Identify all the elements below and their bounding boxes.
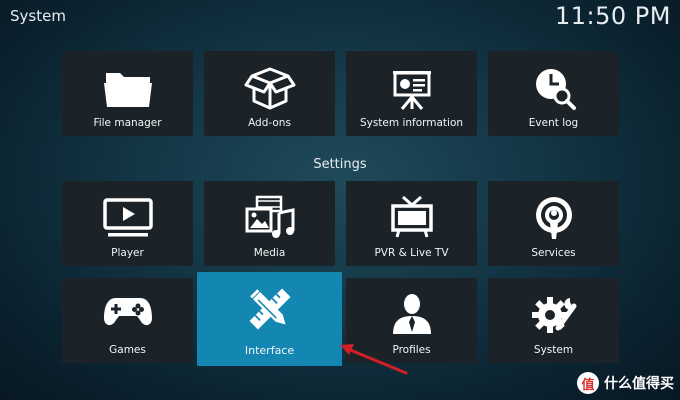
pencil-ruler-icon xyxy=(197,284,342,334)
tile-media[interactable]: Media xyxy=(204,181,335,266)
clock: 11:50 PM xyxy=(555,2,671,30)
clock-search-icon xyxy=(488,65,619,111)
podcast-icon xyxy=(488,195,619,241)
watermark: 值 什么值得买 xyxy=(577,372,674,394)
tile-label: System information xyxy=(359,117,464,129)
gamepad-icon xyxy=(62,292,193,338)
tile-label: PVR & Live TV xyxy=(374,247,449,259)
user-icon xyxy=(346,292,477,338)
tile-add-ons[interactable]: Add-ons xyxy=(204,51,335,136)
tile-file-manager[interactable]: File manager xyxy=(62,51,193,136)
gear-wrench-icon xyxy=(488,292,619,338)
media-icon xyxy=(204,195,335,241)
tile-label: Player xyxy=(111,247,144,259)
tile-player[interactable]: Player xyxy=(62,181,193,266)
tile-label: File manager xyxy=(93,117,162,129)
settings-heading: Settings xyxy=(313,157,367,172)
tile-services[interactable]: Services xyxy=(488,181,619,266)
watermark-text: 什么值得买 xyxy=(604,376,674,392)
tile-event-log[interactable]: Event log xyxy=(488,51,619,136)
tile-system[interactable]: System xyxy=(488,278,619,363)
tile-label: Media xyxy=(253,247,286,259)
tv-play-icon xyxy=(62,195,193,241)
tile-label: Services xyxy=(531,247,576,259)
box-icon xyxy=(204,65,335,111)
folder-icon xyxy=(62,65,193,111)
tv-antenna-icon xyxy=(346,195,477,241)
watermark-badge: 值 xyxy=(577,372,599,394)
presentation-icon xyxy=(346,65,477,111)
window-title: System xyxy=(10,7,66,25)
tile-label: Interface xyxy=(244,344,295,357)
annotation-arrow-icon xyxy=(340,344,408,375)
tile-label: Add-ons xyxy=(248,117,291,129)
tile-label: System xyxy=(533,344,574,356)
tile-label: Games xyxy=(109,344,146,356)
tile-pvr-live-tv[interactable]: PVR & Live TV xyxy=(346,181,477,266)
tile-interface[interactable]: Interface xyxy=(197,272,342,366)
tile-label: Event log xyxy=(528,117,579,129)
tile-games[interactable]: Games xyxy=(62,278,193,363)
tile-system-information[interactable]: System information xyxy=(346,51,477,136)
